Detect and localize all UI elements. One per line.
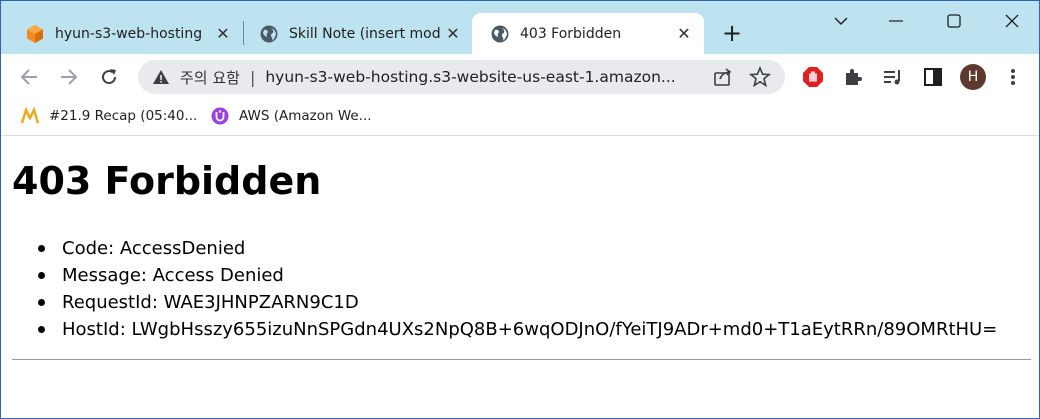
globe-icon [260,25,278,42]
bookmark-star-icon[interactable] [749,66,771,88]
tab-skill-note[interactable]: Skill Note (insert mod ✕ [241,13,473,54]
globe-icon [491,25,509,42]
extensions-puzzle-icon[interactable] [839,63,867,91]
menu-kebab-icon[interactable] [999,63,1027,91]
page-content: 403 Forbidden Code: AccessDenied Message… [1,137,1039,418]
browser-toolbar: 주의 요함 | hyun-s3-web-hosting.s3-website-u… [1,54,1039,100]
list-item: Message: Access Denied [38,262,997,289]
browser-window: hyun-s3-web-hosting ✕ Skill Note (insert… [0,0,1040,419]
close-tab-icon[interactable]: ✕ [674,24,694,44]
tab-search-icon[interactable] [826,9,856,33]
bookmark-label: AWS (Amazon We... [239,108,372,124]
close-tab-icon[interactable]: ✕ [443,24,463,44]
tab-title: Skill Note (insert mod [289,25,441,42]
tab-strip: hyun-s3-web-hosting ✕ Skill Note (insert… [1,1,1039,54]
maximize-icon[interactable] [939,9,969,33]
tab-title: hyun-s3-web-hosting [55,25,203,42]
page-title: 403 Forbidden [12,159,322,203]
error-details-list: Code: AccessDenied Message: Access Denie… [38,235,997,343]
list-item: HostId: LWgbHsszy655izuNnSPGdn4UXs2NpQ8B… [38,316,997,343]
aws-cube-icon [27,24,43,43]
horizontal-rule [12,359,1031,360]
security-status-label[interactable]: 주의 요함 [180,67,240,88]
share-icon[interactable] [713,67,733,87]
list-item: Code: AccessDenied [38,235,997,262]
close-tab-icon[interactable]: ✕ [213,24,233,44]
reload-icon[interactable] [95,63,123,91]
forward-icon[interactable] [55,63,83,91]
minimize-icon[interactable] [881,9,911,33]
warning-icon [153,70,169,84]
bookmark-label: #21.9 Recap (05:40... [49,108,198,124]
profile-avatar[interactable]: H [959,63,987,91]
address-separator: | [249,67,256,87]
back-icon[interactable] [15,63,43,91]
bookmark-item-aws[interactable]: AWS (Amazon We... [211,107,372,125]
tab-title: 403 Forbidden [520,25,622,42]
bookmark-item-recap[interactable]: #21.9 Recap (05:40... [21,107,197,125]
new-tab-button[interactable]: + [719,21,745,47]
list-item: RequestId: WAE3JHNPZARN9C1D [38,289,997,316]
address-bar[interactable]: 주의 요함 | hyun-s3-web-hosting.s3-website-u… [138,60,785,94]
m-logo-icon [21,107,39,124]
avatar: H [960,64,986,90]
tab-403-forbidden[interactable]: 403 Forbidden ✕ [472,13,704,54]
ad-block-icon[interactable] [799,63,827,91]
bookmarks-bar: #21.9 Recap (05:40... AWS (Amazon We... [1,100,1039,136]
close-window-icon[interactable] [997,9,1027,33]
url-text[interactable]: hyun-s3-web-hosting.s3-website-us-east-1… [265,68,695,86]
purple-u-icon [211,107,229,125]
side-panel-icon[interactable] [919,63,947,91]
media-queue-icon[interactable] [879,63,907,91]
tab-hyun-s3-web-hosting[interactable]: hyun-s3-web-hosting ✕ [7,13,243,54]
